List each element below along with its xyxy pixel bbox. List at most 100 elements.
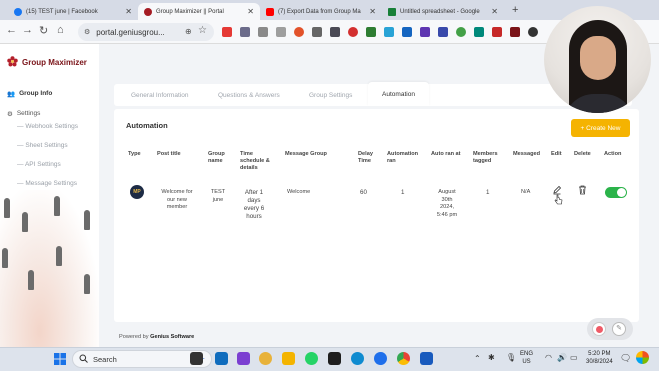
teams-icon[interactable] — [215, 352, 228, 365]
bookmark-star-icon[interactable]: ☆ — [198, 25, 207, 36]
battery-icon[interactable]: ▭ — [570, 353, 578, 362]
clock[interactable]: 5:20 PM 30/8/2024 — [586, 350, 613, 366]
person-figure — [28, 270, 34, 290]
url-field[interactable]: ⚙ portal.geniusgrou... — [78, 23, 214, 41]
browser-tab-youtube[interactable]: (7) Export Data from Group Ma ✕ — [260, 3, 382, 20]
person-figure — [2, 248, 8, 268]
column-header-auto-ran-at: Auto ran at — [431, 151, 461, 157]
media-player-icon[interactable] — [374, 352, 387, 365]
cell-auto-ran-at: August 30th 2024, 5:46 pm — [436, 189, 458, 218]
microphone-icon[interactable]: 🎙 — [506, 353, 516, 362]
close-icon[interactable]: ✕ — [125, 7, 132, 16]
record-button[interactable] — [592, 322, 606, 336]
person-figure — [84, 210, 90, 230]
type-badge: MP — [130, 185, 144, 199]
extension-icon[interactable] — [294, 27, 304, 37]
tab-automation[interactable]: Automation — [368, 82, 429, 106]
extension-icon[interactable] — [438, 27, 448, 37]
edge-icon[interactable] — [351, 352, 364, 365]
photos-icon[interactable] — [259, 352, 272, 365]
file-explorer-icon[interactable] — [282, 352, 295, 365]
notification-icon[interactable]: 🗨 — [620, 353, 631, 364]
extension-icon[interactable] — [456, 27, 466, 37]
extension-icon[interactable] — [510, 27, 520, 37]
extension-icon[interactable] — [276, 27, 286, 37]
wifi-icon[interactable]: ◠ — [545, 353, 552, 362]
youtube-icon — [266, 7, 274, 16]
windows-start-icon[interactable] — [54, 353, 66, 367]
trash-icon[interactable] — [578, 185, 587, 197]
flower-logo-icon — [7, 56, 18, 69]
sidebar-item-api-settings[interactable]: — API Settings — [17, 161, 61, 168]
url-text: portal.geniusgrou... — [96, 27, 165, 37]
tab-label: (15) TEST june | Facebook — [26, 8, 98, 15]
sidebar-item-message-settings[interactable]: — Message Settings — [17, 180, 77, 187]
home-icon[interactable]: ⌂ — [57, 24, 64, 36]
extension-icon[interactable] — [348, 27, 358, 37]
new-tab-button[interactable]: + — [512, 4, 518, 16]
site-info-icon[interactable]: ⚙ — [84, 28, 90, 36]
browser-tab-sheets[interactable]: Untitled spreadsheet - Google ✕ — [382, 3, 504, 20]
person-figure — [54, 196, 60, 216]
footer-brand-link[interactable]: Genius Software — [150, 334, 194, 340]
tab-label: Untitled spreadsheet - Google — [400, 8, 480, 15]
copilot-icon[interactable] — [636, 351, 649, 364]
tab-general-information[interactable]: General Information — [131, 92, 188, 99]
tab-label: Group Maximizer || Portal — [156, 8, 224, 15]
sidebar-item-sheet-settings[interactable]: — Sheet Settings — [17, 142, 68, 149]
users-icon: 👥 — [7, 91, 16, 98]
action-toggle[interactable] — [605, 187, 627, 198]
sheets-icon — [388, 7, 396, 16]
extension-icon[interactable] — [474, 27, 484, 37]
extension-icon[interactable] — [240, 27, 250, 37]
extension-icon[interactable] — [528, 27, 538, 37]
sidebar-item-settings[interactable]: ⚙ Settings — [7, 110, 40, 118]
column-header-members-tagged: Members tagged — [473, 151, 498, 164]
extension-icon[interactable] — [258, 27, 268, 37]
bluetooth-icon[interactable]: ✱ — [488, 353, 495, 362]
close-icon[interactable]: ✕ — [247, 7, 254, 16]
extension-icon[interactable] — [366, 27, 376, 37]
volume-icon[interactable]: 🔊 — [557, 353, 567, 362]
task-view-icon[interactable] — [190, 352, 203, 365]
extension-icon[interactable] — [492, 27, 502, 37]
extension-icon[interactable] — [420, 27, 430, 37]
app-icon[interactable] — [328, 352, 341, 365]
column-header-automation-ran: Automation ran — [387, 151, 419, 164]
create-new-button[interactable]: + Create New — [571, 119, 630, 137]
sidebar-item-webhook-settings[interactable]: — Webhook Settings — [17, 123, 78, 130]
facebook-icon — [14, 7, 22, 16]
column-header-type: Type — [128, 151, 141, 157]
back-icon[interactable]: ← — [6, 24, 17, 36]
extension-icon[interactable] — [330, 27, 340, 37]
zoom-icon[interactable]: ⊕ — [185, 27, 192, 36]
microphone-icon[interactable] — [312, 27, 322, 37]
toggle-knob — [617, 188, 626, 197]
chevron-up-icon[interactable]: ⌃ — [474, 354, 481, 363]
app-logo[interactable]: Group Maximizer — [7, 56, 87, 69]
whatsapp-icon[interactable] — [305, 352, 318, 365]
close-icon[interactable]: ✕ — [491, 7, 498, 16]
forward-icon[interactable]: → — [22, 24, 33, 36]
browser-tab-facebook[interactable]: (15) TEST june | Facebook ✕ — [8, 3, 138, 20]
chrome-icon[interactable] — [397, 352, 410, 365]
reload-icon[interactable]: ↻ — [39, 24, 48, 37]
sidebar-item-group-info[interactable]: 👥 Group Info — [7, 90, 52, 98]
column-header-delete: Delete — [574, 151, 591, 157]
column-header-messaged: Messaged — [513, 151, 541, 157]
word-icon[interactable] — [420, 352, 433, 365]
tab-questions-answers[interactable]: Questions & Answers — [218, 92, 280, 99]
onenote-icon[interactable] — [237, 352, 250, 365]
extension-icon[interactable] — [222, 27, 232, 37]
close-icon[interactable]: ✕ — [369, 7, 376, 16]
language-indicator[interactable]: ENG US — [520, 350, 533, 366]
browser-tab-group-maximizer[interactable]: Group Maximizer || Portal ✕ — [138, 3, 260, 20]
extension-icon[interactable] — [384, 27, 394, 37]
tab-group-settings[interactable]: Group Settings — [309, 92, 352, 99]
pen-icon[interactable]: ✎ — [612, 322, 626, 336]
extension-icon[interactable] — [402, 27, 412, 37]
person-figure — [4, 198, 10, 218]
tab-label: (7) Export Data from Group Ma — [278, 8, 361, 15]
cell-messaged: N/A — [521, 189, 531, 195]
group-maximizer-icon — [144, 7, 152, 16]
